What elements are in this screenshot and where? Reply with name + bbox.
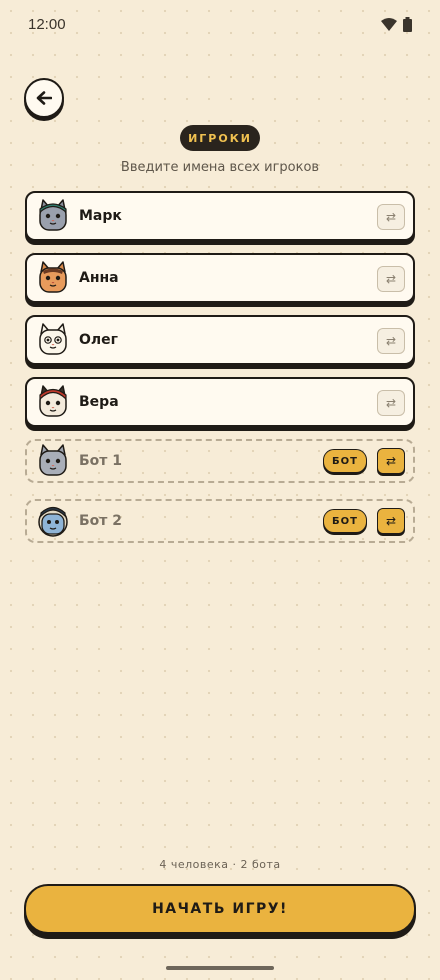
swap-button[interactable]: ⇄: [377, 204, 405, 230]
back-button[interactable]: [24, 78, 64, 118]
player-row[interactable]: Вера ⇄: [25, 377, 415, 427]
cat-avatar-icon: [39, 444, 67, 476]
swap-button[interactable]: ⇄: [377, 390, 405, 416]
swap-button[interactable]: ⇄: [377, 448, 405, 474]
swap-button[interactable]: ⇄: [377, 328, 405, 354]
status-time: 12:00: [28, 16, 66, 33]
page-title: ИГРОКИ: [180, 125, 260, 151]
bot-row[interactable]: Бот 2 БОТ ⇄: [25, 499, 415, 543]
player-row[interactable]: Анна ⇄: [25, 253, 415, 303]
player-row[interactable]: Олег ⇄: [25, 315, 415, 365]
bot-name[interactable]: Бот 2: [79, 501, 122, 541]
player-name[interactable]: Марк: [79, 193, 122, 239]
bot-badge: БОТ: [323, 509, 367, 533]
bot-name[interactable]: Бот 1: [79, 441, 122, 481]
player-name[interactable]: Олег: [79, 317, 118, 363]
page-subtitle: Введите имена всех игроков: [120, 160, 320, 175]
cat-avatar-icon: [38, 506, 68, 537]
player-list: Марк ⇄ Анна ⇄ Олег ⇄ Вера ⇄ Бот 1 БОТ ⇄ …: [25, 191, 415, 559]
player-row[interactable]: Марк ⇄: [25, 191, 415, 241]
bot-row[interactable]: Бот 1 БОТ ⇄: [25, 439, 415, 483]
cat-avatar-icon: [39, 323, 67, 355]
home-indicator[interactable]: [166, 966, 274, 970]
swap-button[interactable]: ⇄: [377, 266, 405, 292]
status-icons: [381, 17, 412, 32]
status-bar: 12:00: [0, 0, 440, 50]
bot-badge: БОТ: [323, 449, 367, 473]
arrow-left-icon: [36, 91, 52, 105]
player-name[interactable]: Вера: [79, 379, 119, 425]
cat-avatar-icon: [39, 261, 67, 293]
player-name[interactable]: Анна: [79, 255, 119, 301]
wifi-icon: [381, 18, 397, 31]
swap-button[interactable]: ⇄: [377, 508, 405, 534]
player-summary: 4 человека · 2 бота: [159, 858, 281, 871]
cat-avatar-icon: [39, 385, 67, 417]
start-game-button[interactable]: НАЧАТЬ ИГРУ!: [24, 884, 416, 934]
battery-icon: [403, 17, 412, 32]
cat-avatar-icon: [39, 199, 67, 231]
